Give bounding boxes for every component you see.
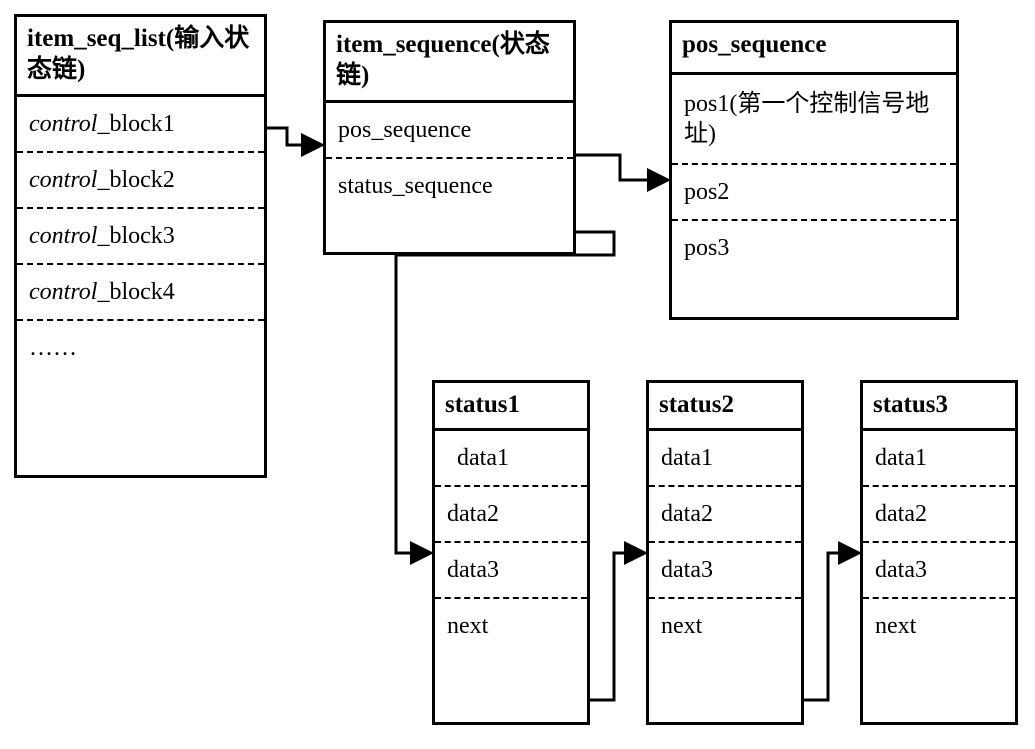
- box-status2: status2 data1 data2 data3 next: [646, 380, 804, 725]
- status3-title: status3: [863, 383, 1015, 431]
- status2-title: status2: [649, 383, 801, 431]
- row-label: next: [875, 613, 916, 639]
- status3-row: data2: [863, 487, 1015, 543]
- status1-row: next: [435, 599, 587, 653]
- pos-sequence-title: pos_sequence: [672, 23, 956, 75]
- row-suffix: _block4: [97, 279, 174, 305]
- item-sequence-body: pos_sequence status_sequence: [326, 103, 573, 213]
- item-seq-list-row: control_block1: [17, 97, 264, 153]
- status3-row: next: [863, 599, 1015, 653]
- row-prefix: control: [29, 167, 97, 193]
- status2-row: data3: [649, 543, 801, 599]
- status1-row: data3: [435, 543, 587, 599]
- arrow-control-block1-to-item-sequence: [267, 128, 321, 145]
- row-label: pos2: [684, 179, 729, 205]
- item-seq-list-row: ……: [17, 321, 264, 375]
- row-label: data2: [661, 501, 713, 527]
- row-prefix: control: [29, 223, 97, 249]
- row-label: data3: [447, 557, 499, 583]
- row-label: data1: [875, 445, 927, 471]
- arrow-status2-next-to-status3: [804, 553, 858, 700]
- item-seq-list-row: control_block2: [17, 153, 264, 209]
- status2-row: data1: [649, 431, 801, 487]
- status1-body: data1 data2 data3 next: [435, 431, 587, 653]
- row-label: data2: [447, 501, 499, 527]
- item-seq-list-title: item_seq_list(输入状态链): [17, 17, 264, 97]
- status1-row: data2: [435, 487, 587, 543]
- row-prefix: control: [29, 111, 97, 137]
- row-label: status_sequence: [338, 173, 493, 199]
- arrow-pos-sequence-to-pos-sequence-box: [576, 155, 667, 180]
- row-label: pos3: [684, 235, 729, 261]
- diagram-stage: item_seq_list(输入状态链) control_block1 cont…: [0, 0, 1035, 749]
- pos-sequence-body: pos1(第一个控制信号地址) pos2 pos3: [672, 75, 956, 275]
- box-status1: status1 data1 data2 data3 next: [432, 380, 590, 725]
- item-sequence-row: status_sequence: [326, 159, 573, 213]
- item-seq-list-row: control_block4: [17, 265, 264, 321]
- row-label: data3: [875, 557, 927, 583]
- item-seq-list-row: control_block3: [17, 209, 264, 265]
- pos-sequence-row: pos1(第一个控制信号地址): [672, 75, 956, 165]
- pos-sequence-row: pos3: [672, 221, 956, 275]
- arrow-status1-next-to-status2: [590, 553, 644, 700]
- status2-body: data1 data2 data3 next: [649, 431, 801, 653]
- status3-row: data1: [863, 431, 1015, 487]
- row-suffix: _block1: [97, 111, 174, 137]
- item-sequence-title: item_sequence(状态链): [326, 23, 573, 103]
- row-label: data1: [457, 445, 509, 471]
- row-prefix: control: [29, 279, 97, 305]
- row-label: pos1(第一个控制信号地址): [684, 91, 929, 147]
- status3-row: data3: [863, 543, 1015, 599]
- status1-title: status1: [435, 383, 587, 431]
- box-item-sequence: item_sequence(状态链) pos_sequence status_s…: [323, 20, 576, 255]
- box-pos-sequence: pos_sequence pos1(第一个控制信号地址) pos2 pos3: [669, 20, 959, 320]
- pos-sequence-row: pos2: [672, 165, 956, 221]
- row-label: data3: [661, 557, 713, 583]
- row-label: next: [661, 613, 702, 639]
- row-label: data2: [875, 501, 927, 527]
- item-sequence-row: pos_sequence: [326, 103, 573, 159]
- row-suffix: _block2: [97, 167, 174, 193]
- row-label: next: [447, 613, 488, 639]
- row-suffix: _block3: [97, 223, 174, 249]
- item-seq-list-body: control_block1 control_block2 control_bl…: [17, 97, 264, 375]
- row-label: pos_sequence: [338, 117, 471, 143]
- box-status3: status3 data1 data2 data3 next: [860, 380, 1018, 725]
- box-item-seq-list: item_seq_list(输入状态链) control_block1 cont…: [14, 14, 267, 478]
- status1-row: data1: [435, 431, 587, 487]
- status2-row: data2: [649, 487, 801, 543]
- row-label: data1: [661, 445, 713, 471]
- row-suffix: ……: [29, 335, 77, 361]
- status2-row: next: [649, 599, 801, 653]
- status3-body: data1 data2 data3 next: [863, 431, 1015, 653]
